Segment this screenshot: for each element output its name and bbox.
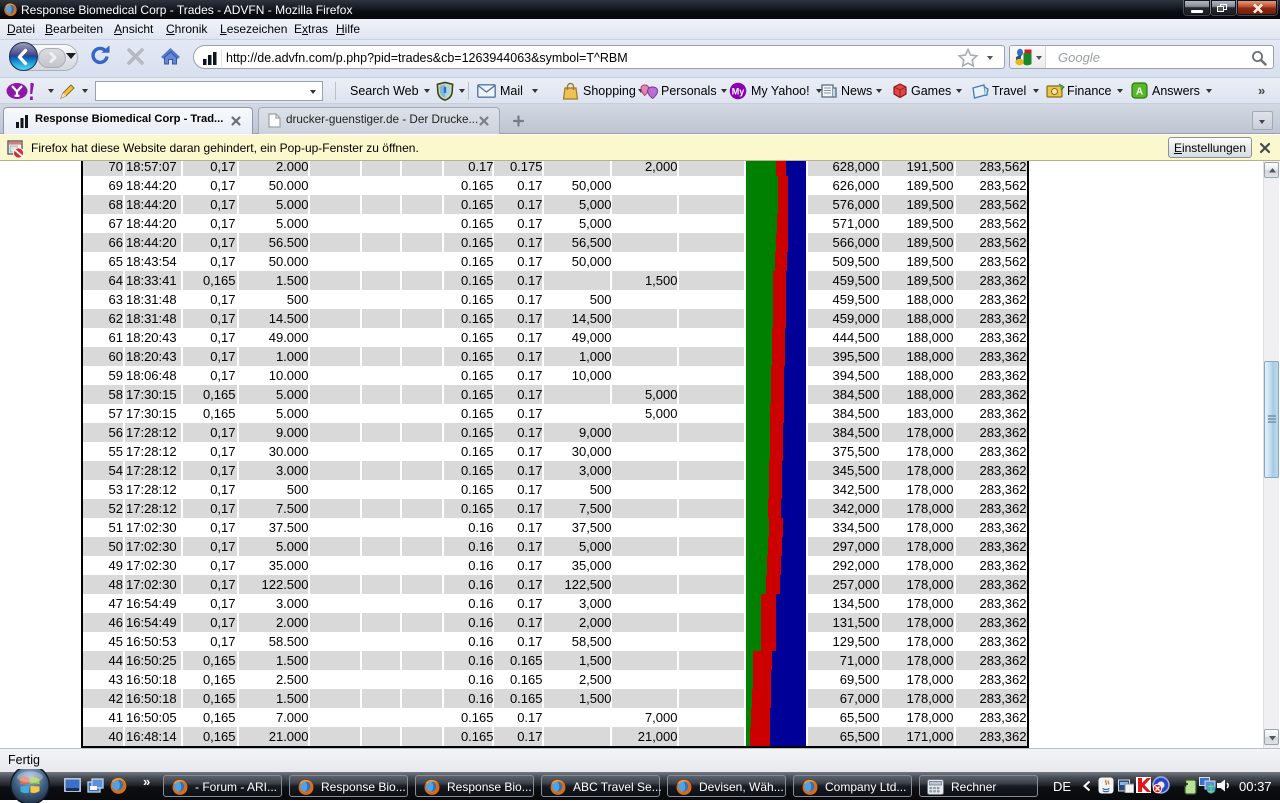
svg-text:My: My (732, 87, 745, 97)
svg-text:A: A (1136, 87, 1143, 98)
